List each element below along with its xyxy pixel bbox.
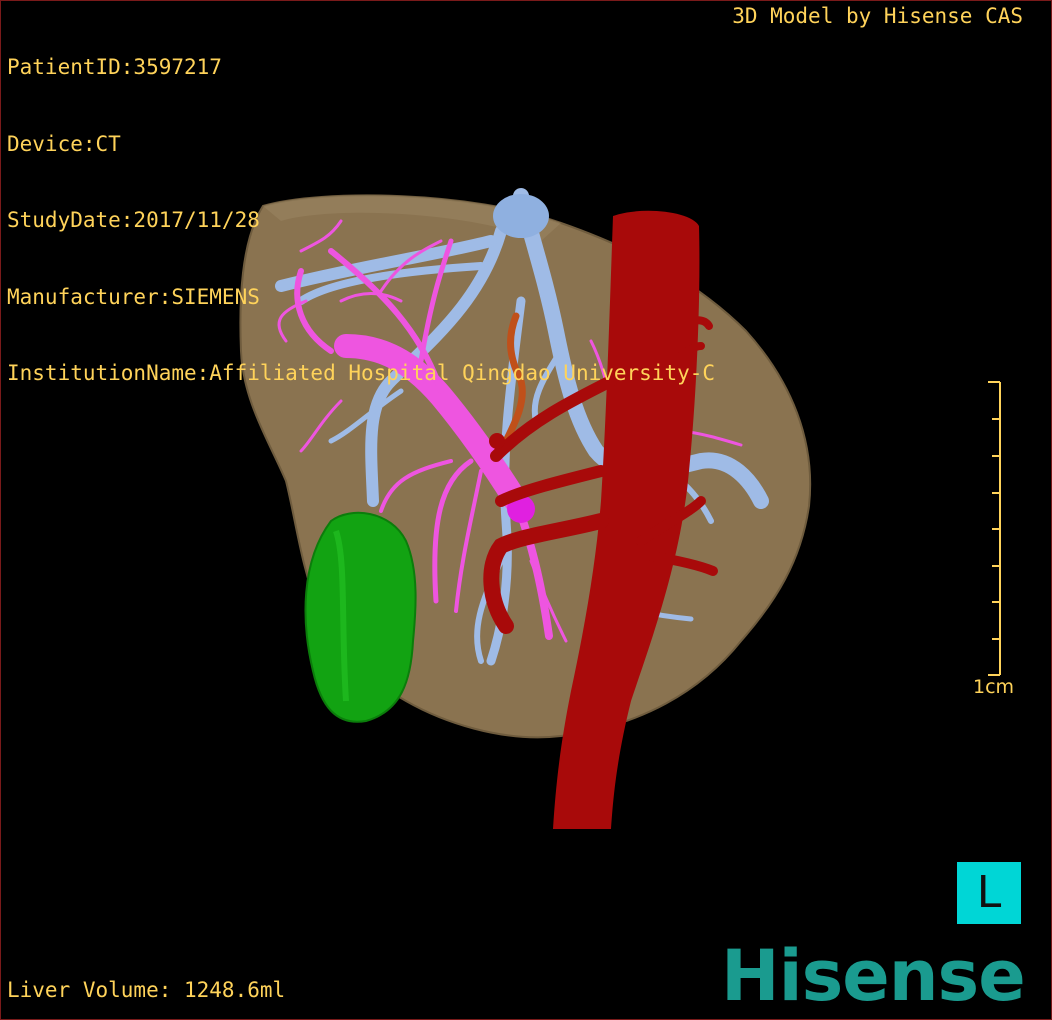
- 3d-viewport[interactable]: PatientID:3597217 Device:CT StudyDate:20…: [0, 0, 1052, 1020]
- hisense-logo: Hisense: [721, 935, 1026, 1017]
- manufacturer: Manufacturer:SIEMENS: [7, 284, 260, 309]
- gallbladder: [304, 511, 417, 723]
- scale-bar-label: 1cm: [973, 676, 1015, 698]
- model-credit: 3D Model by Hisense CAS: [732, 4, 1023, 28]
- liver-volume: Liver Volume: 1248.6ml: [7, 978, 286, 1002]
- device: Device:CT: [7, 131, 121, 156]
- patient-info-overlay: PatientID:3597217 Device:CT StudyDate:20…: [7, 4, 715, 438]
- study-date: StudyDate:2017/11/28: [7, 208, 260, 232]
- institution-name: InstitutionName:Affiliated Hospital Qing…: [7, 361, 716, 385]
- patient-id: PatientID:3597217: [7, 55, 222, 79]
- orientation-marker[interactable]: L: [957, 862, 1021, 924]
- scale-bar: [988, 381, 1001, 676]
